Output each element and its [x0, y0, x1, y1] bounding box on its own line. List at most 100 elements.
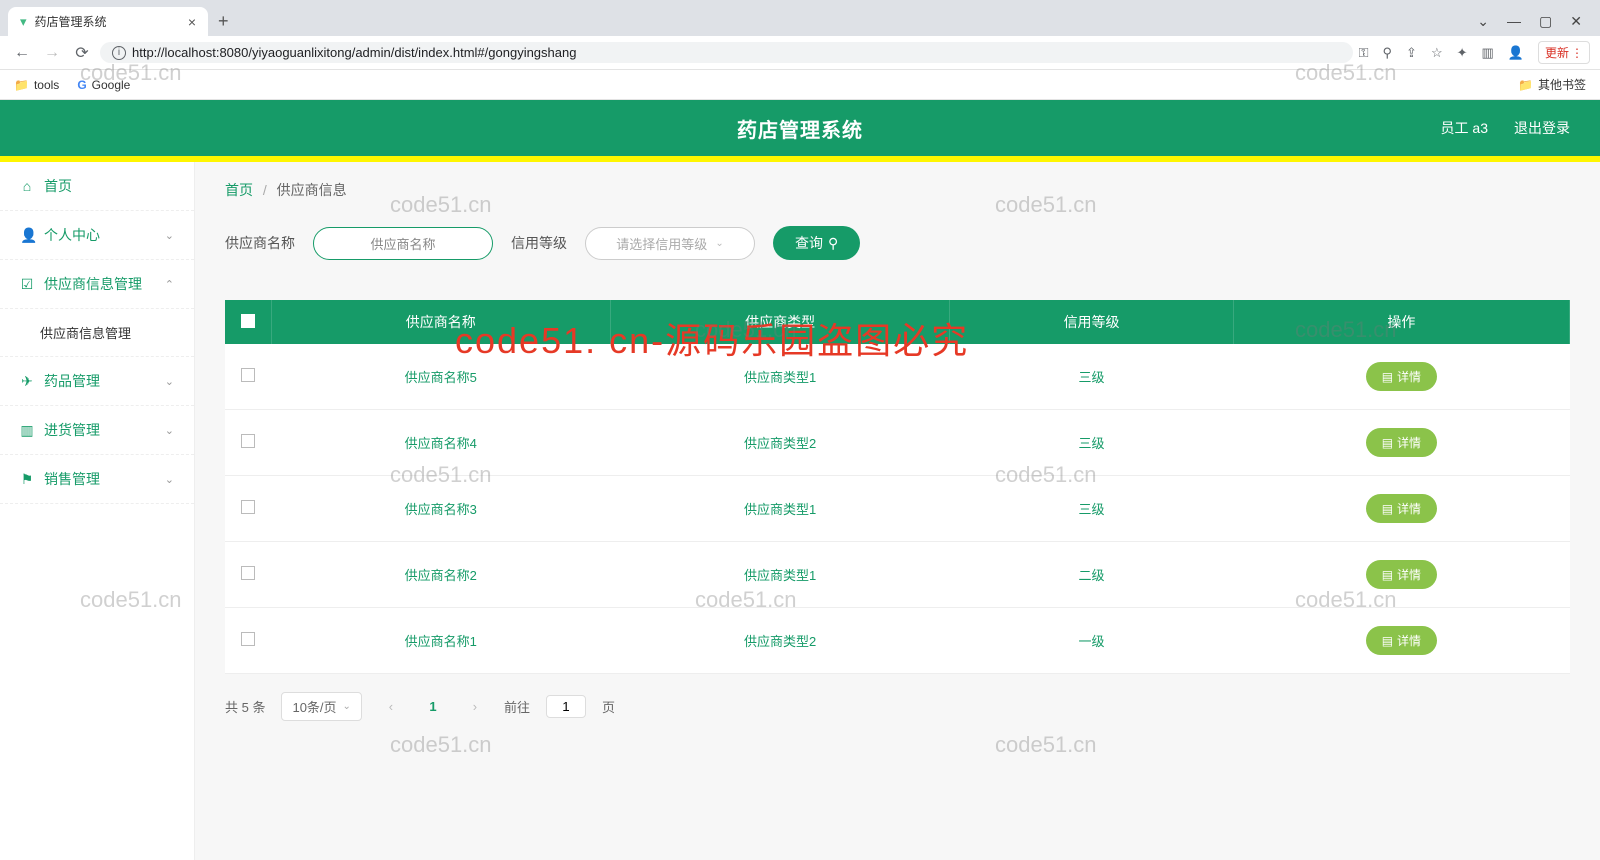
next-page-button[interactable]: › — [462, 694, 488, 720]
content-area: 首页 / 供应商信息 供应商名称 供应商名称 信用等级 请选择信用等级 ⌄ 查询… — [195, 162, 1600, 860]
browser-tab[interactable]: ▾ 药店管理系统 × — [8, 7, 208, 36]
url-text: http://localhost:8080/yiyaoguanlixitong/… — [132, 45, 576, 60]
chevron-down-icon: ⌄ — [165, 473, 174, 486]
cell-credit: 二级 — [950, 542, 1233, 608]
jump-label: 前往 — [504, 697, 530, 716]
browser-tab-strip: ▾ 药店管理系统 × + ⌄ — ▢ ✕ — [0, 0, 1600, 36]
new-tab-button[interactable]: + — [208, 7, 239, 36]
query-button[interactable]: 查询 ⚲ — [773, 226, 860, 260]
page-number[interactable]: 1 — [420, 694, 446, 720]
cell-credit: 三级 — [950, 410, 1233, 476]
share-icon[interactable]: ⇪ — [1406, 45, 1417, 61]
cell-credit: 三级 — [950, 476, 1233, 542]
cell-name[interactable]: 供应商名称1 — [271, 608, 610, 674]
profile-icon[interactable]: 👤 — [1508, 45, 1524, 61]
menu-personal[interactable]: 👤 个人中心 ⌄ — [0, 211, 194, 260]
person-icon: 👤 — [20, 227, 34, 244]
th-checkbox — [225, 300, 271, 344]
menu-home[interactable]: ⌂ 首页 — [0, 162, 194, 211]
detail-button[interactable]: ▤ 详情 — [1366, 494, 1437, 523]
search-icon[interactable]: ⚲ — [1383, 45, 1393, 61]
supplier-name-input[interactable]: 供应商名称 — [313, 227, 493, 260]
app-header: 药店管理系统 员工 a3 退出登录 — [0, 100, 1600, 156]
row-checkbox[interactable] — [241, 368, 255, 382]
site-info-icon[interactable]: i — [112, 46, 126, 60]
chevron-down-icon: ⌄ — [715, 238, 723, 249]
pagination: 共 5 条 10条/页 ⌄ ‹ 1 › 前往 页 — [225, 692, 1570, 721]
back-icon[interactable]: ← — [10, 44, 34, 62]
jump-input[interactable] — [546, 695, 586, 718]
cell-type[interactable]: 供应商类型1 — [610, 344, 949, 410]
chevron-down-icon: ⌄ — [343, 701, 351, 712]
dropdown-icon[interactable]: ⌄ — [1477, 13, 1489, 30]
cell-name[interactable]: 供应商名称3 — [271, 476, 610, 542]
menu-stock[interactable]: ▥ 进货管理 ⌄ — [0, 406, 194, 455]
sidepanel-icon[interactable]: ▥ — [1482, 45, 1494, 61]
submenu-supplier-info[interactable]: 供应商信息管理 — [0, 309, 194, 357]
forward-icon[interactable]: → — [40, 44, 64, 62]
breadcrumb-home[interactable]: 首页 — [225, 182, 253, 198]
tab-close-icon[interactable]: × — [188, 14, 196, 30]
table-row: 供应商名称2供应商类型1二级 ▤ 详情 — [225, 542, 1570, 608]
cell-type[interactable]: 供应商类型2 — [610, 410, 949, 476]
user-label[interactable]: 员工 a3 — [1441, 118, 1488, 138]
cell-type[interactable]: 供应商类型2 — [610, 608, 949, 674]
bookmark-icon[interactable]: ☆ — [1431, 45, 1443, 61]
breadcrumb-current: 供应商信息 — [277, 182, 347, 198]
th-credit: 信用等级 — [950, 300, 1233, 344]
table-row: 供应商名称4供应商类型2三级 ▤ 详情 — [225, 410, 1570, 476]
doc-icon: ▤ — [1382, 634, 1393, 648]
url-input[interactable]: i http://localhost:8080/yiyaoguanlixiton… — [100, 42, 1353, 63]
flag-icon: ⚑ — [20, 471, 34, 488]
google-icon: G — [77, 78, 86, 92]
cell-name[interactable]: 供应商名称2 — [271, 542, 610, 608]
detail-button[interactable]: ▤ 详情 — [1366, 626, 1437, 655]
menu-drug[interactable]: ✈ 药品管理 ⌄ — [0, 357, 194, 406]
cell-type[interactable]: 供应商类型1 — [610, 476, 949, 542]
row-checkbox[interactable] — [241, 632, 255, 646]
logout-link[interactable]: 退出登录 — [1514, 118, 1570, 138]
search-icon: ⚲ — [828, 235, 838, 252]
minimize-icon[interactable]: — — [1507, 13, 1521, 30]
detail-button[interactable]: ▤ 详情 — [1366, 560, 1437, 589]
supplier-table: 供应商名称 供应商类型 信用等级 操作 供应商名称5供应商类型1三级▤ 详情供应… — [225, 300, 1570, 674]
menu-supplier[interactable]: ☑ 供应商信息管理 ⌃ — [0, 260, 194, 309]
chevron-down-icon: ⌄ — [165, 375, 174, 388]
close-window-icon[interactable]: ✕ — [1570, 13, 1582, 30]
cell-credit: 三级 — [950, 344, 1233, 410]
bookmark-other[interactable]: 📁 其他书签 — [1518, 76, 1586, 93]
folder-icon: 📁 — [14, 78, 29, 92]
filter-credit-label: 信用等级 — [511, 233, 567, 253]
cell-name[interactable]: 供应商名称5 — [271, 344, 610, 410]
key-icon[interactable]: ⚿ — [1359, 45, 1369, 61]
reload-icon[interactable]: ⟳ — [70, 43, 94, 63]
credit-select[interactable]: 请选择信用等级 ⌄ — [585, 227, 755, 260]
jump-suffix: 页 — [602, 697, 615, 716]
folder-icon: 📁 — [1518, 78, 1533, 92]
page-size-select[interactable]: 10条/页 ⌄ — [281, 692, 361, 721]
cell-name[interactable]: 供应商名称4 — [271, 410, 610, 476]
update-button[interactable]: 更新⋮ — [1538, 41, 1590, 64]
bookmarks-bar: 📁 tools G Google 📁 其他书签 — [0, 70, 1600, 100]
doc-icon: ▤ — [1382, 370, 1393, 384]
filter-bar: 供应商名称 供应商名称 信用等级 请选择信用等级 ⌄ 查询 ⚲ — [225, 226, 1570, 260]
detail-button[interactable]: ▤ 详情 — [1366, 362, 1437, 391]
cell-type[interactable]: 供应商类型1 — [610, 542, 949, 608]
app-title: 药店管理系统 — [737, 114, 863, 143]
detail-button[interactable]: ▤ 详情 — [1366, 428, 1437, 457]
table-row: 供应商名称3供应商类型1三级 ▤ 详情 — [225, 476, 1570, 542]
select-all-checkbox[interactable] — [241, 314, 255, 328]
row-checkbox[interactable] — [241, 500, 255, 514]
row-checkbox[interactable] — [241, 434, 255, 448]
th-type: 供应商类型 — [610, 300, 949, 344]
row-checkbox[interactable] — [241, 566, 255, 580]
extensions-icon[interactable]: ✦ — [1457, 45, 1468, 61]
tab-title: 药店管理系统 — [35, 13, 107, 30]
prev-page-button[interactable]: ‹ — [378, 694, 404, 720]
bookmark-google[interactable]: G Google — [77, 78, 130, 92]
bookmark-tools[interactable]: 📁 tools — [14, 78, 59, 92]
maximize-icon[interactable]: ▢ — [1539, 13, 1552, 30]
menu-sales[interactable]: ⚑ 销售管理 ⌄ — [0, 455, 194, 504]
doc-icon: ▤ — [1382, 436, 1393, 450]
plane-icon: ✈ — [20, 373, 34, 390]
